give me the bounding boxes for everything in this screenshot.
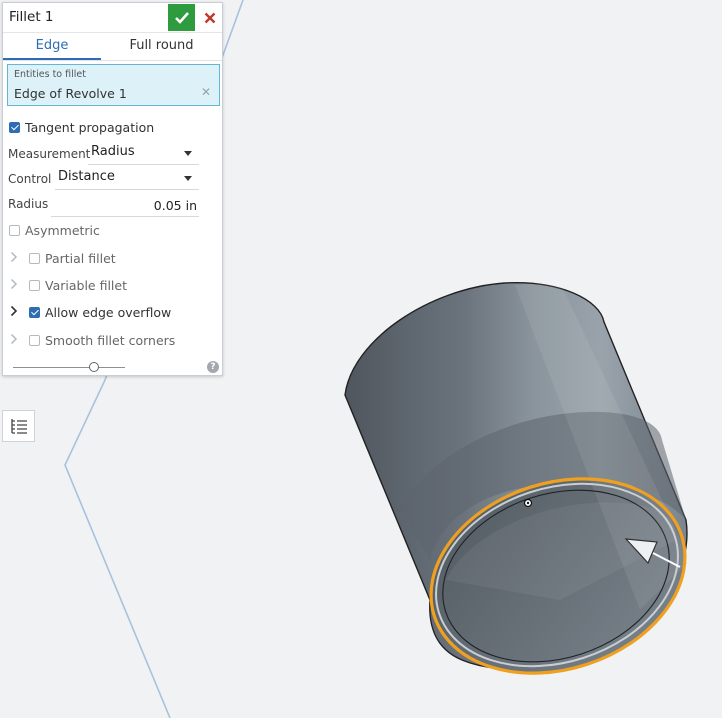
chevron-down-icon	[184, 176, 192, 181]
chevron-right-icon[interactable]	[10, 305, 18, 317]
smooth-fillet-corners-row[interactable]: Smooth fillet corners	[29, 331, 175, 349]
close-icon	[204, 12, 215, 23]
radius-input[interactable]: 0.05 in	[51, 196, 199, 217]
entities-value: Edge of Revolve 1	[14, 86, 127, 101]
tangent-propagation-row[interactable]: Tangent propagation	[9, 118, 154, 136]
chevron-right-icon[interactable]	[10, 333, 18, 345]
chevron-right-icon[interactable]	[10, 278, 18, 290]
chevron-down-icon	[184, 151, 192, 156]
accept-button[interactable]	[168, 4, 195, 31]
entities-label: Entities to fillet	[14, 69, 86, 80]
partial-fillet-label: Partial fillet	[45, 250, 116, 266]
variable-fillet-row[interactable]: Variable fillet	[29, 276, 127, 294]
measurement-label: Measurement	[8, 147, 91, 161]
control-value: Distance	[58, 169, 115, 184]
tab-full-round[interactable]: Full round	[101, 33, 222, 59]
detail-slider-track[interactable]	[13, 367, 125, 368]
dialog-titlebar: Fillet 1	[3, 3, 222, 33]
allow-edge-overflow-label: Allow edge overflow	[45, 304, 172, 320]
cylinder-part[interactable]	[344, 282, 710, 705]
measurement-value: Radius	[91, 144, 135, 159]
clear-icon[interactable]: ✕	[201, 85, 211, 99]
radius-value: 0.05 in	[153, 198, 197, 213]
allow-edge-overflow-checkbox[interactable]	[29, 306, 40, 318]
allow-edge-overflow-row[interactable]: Allow edge overflow	[29, 303, 171, 321]
asymmetric-checkbox[interactable]	[9, 224, 20, 236]
fillet-feature-dialog: Fillet 1 Edge Full round Entities to fil…	[2, 2, 223, 376]
variable-fillet-label: Variable fillet	[45, 277, 127, 293]
tangent-propagation-checkbox[interactable]	[9, 121, 20, 133]
variable-fillet-checkbox[interactable]	[29, 279, 40, 291]
chevron-right-icon[interactable]	[10, 251, 18, 263]
cancel-button[interactable]	[197, 4, 222, 31]
tab-edge[interactable]: Edge	[3, 33, 101, 60]
asymmetric-row[interactable]: Asymmetric	[9, 221, 100, 239]
control-select[interactable]: Distance	[55, 167, 199, 190]
dialog-title: Fillet 1	[9, 9, 54, 25]
control-label: Control	[8, 172, 52, 186]
entities-selection-field[interactable]: Entities to fillet Edge of Revolve 1 ✕	[7, 64, 220, 106]
asymmetric-label: Asymmetric	[25, 222, 100, 238]
help-icon[interactable]: ?	[207, 361, 219, 373]
smooth-fillet-corners-label: Smooth fillet corners	[45, 332, 176, 348]
dialog-tabs: Edge Full round	[3, 33, 222, 61]
feature-list-icon	[10, 419, 27, 434]
checkmark-icon	[174, 11, 189, 24]
tangent-propagation-label: Tangent propagation	[25, 119, 155, 135]
measurement-select[interactable]: Radius	[88, 142, 199, 165]
smooth-fillet-corners-checkbox[interactable]	[29, 334, 40, 346]
partial-fillet-checkbox[interactable]	[29, 252, 40, 264]
feature-list-button[interactable]	[2, 410, 35, 442]
radius-label: Radius	[8, 197, 49, 211]
detail-slider-thumb[interactable]	[88, 362, 99, 372]
partial-fillet-row[interactable]: Partial fillet	[29, 249, 116, 267]
